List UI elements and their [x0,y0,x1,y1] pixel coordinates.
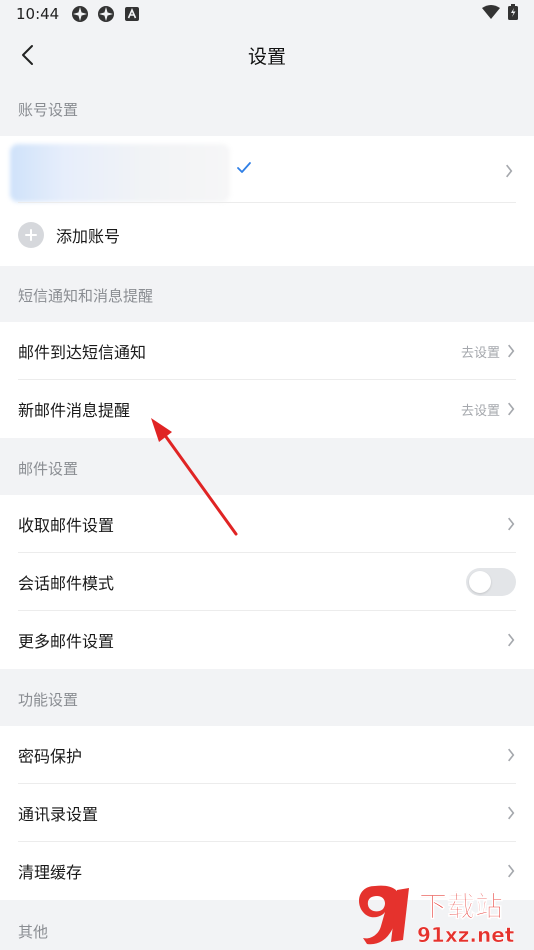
chevron-right-icon [508,344,515,358]
chevron-right-icon [508,402,515,416]
chevron-right-icon [508,748,515,762]
section-header-features: 功能设置 [18,690,79,709]
watermark-logo: 下载站 91xz.net [353,882,528,948]
account-avatar-blurred [10,144,230,202]
watermark-brand: 下载站 [419,890,503,923]
add-account-row[interactable]: 添加账号 [0,206,534,264]
password-protection-label: 密码保护 [18,747,83,766]
account-row[interactable] [0,140,534,203]
add-account-label: 添加账号 [56,227,121,246]
chevron-right-icon [506,164,513,178]
section-header-account: 账号设置 [18,100,79,119]
new-mail-alert-row[interactable]: 新邮件消息提醒 去设置 [0,380,534,438]
receive-mail-settings-row[interactable]: 收取邮件设置 [0,495,534,553]
sms-card: 邮件到达短信通知 去设置 新邮件消息提醒 去设置 [0,322,534,438]
add-icon [18,222,44,248]
font-notification-icon [123,5,141,23]
back-arrow-icon [22,45,33,65]
app-notification-icon [97,5,115,23]
section-header-mail: 邮件设置 [18,459,79,478]
chevron-right-icon [508,864,515,878]
clear-cache-label: 清理缓存 [18,863,83,882]
toggle-knob [469,571,491,593]
go-setup-text: 去设置 [460,345,500,361]
back-button[interactable] [14,42,40,68]
mail-arrival-sms-label: 邮件到达短信通知 [18,343,147,362]
chevron-right-icon [508,517,515,531]
section-header-sms: 短信通知和消息提醒 [18,286,154,305]
conversation-mode-row: 会话邮件模式 [0,553,534,611]
battery-icon [508,4,518,24]
wifi-icon [482,5,500,23]
mail-card: 收取邮件设置 会话邮件模式 更多邮件设置 [0,495,534,669]
receive-mail-settings-label: 收取邮件设置 [18,516,115,535]
mail-arrival-sms-row[interactable]: 邮件到达短信通知 去设置 [0,322,534,380]
contacts-settings-label: 通讯录设置 [18,805,99,824]
conversation-mode-label: 会话邮件模式 [18,574,115,593]
go-setup-text: 去设置 [460,403,500,419]
chevron-right-icon [508,806,515,820]
divider [18,202,516,203]
watermark-site: 91xz.net [417,923,515,947]
more-mail-settings-row[interactable]: 更多邮件设置 [0,611,534,669]
checkmark-icon [236,160,252,179]
page-title: 设置 [247,45,286,68]
nav-bar: 设置 [0,28,534,82]
status-time: 10:44 [16,5,60,23]
status-bar: 10:44 [0,0,534,28]
app-notification-icon [71,5,89,23]
features-card: 密码保护 通讯录设置 清理缓存 [0,726,534,900]
new-mail-alert-label: 新邮件消息提醒 [18,401,131,420]
account-card: 添加账号 [0,136,534,266]
contacts-settings-row[interactable]: 通讯录设置 [0,784,534,842]
more-mail-settings-label: 更多邮件设置 [18,632,115,651]
chevron-right-icon [508,633,515,647]
conversation-mode-toggle[interactable] [466,568,516,596]
password-protection-row[interactable]: 密码保护 [0,726,534,784]
